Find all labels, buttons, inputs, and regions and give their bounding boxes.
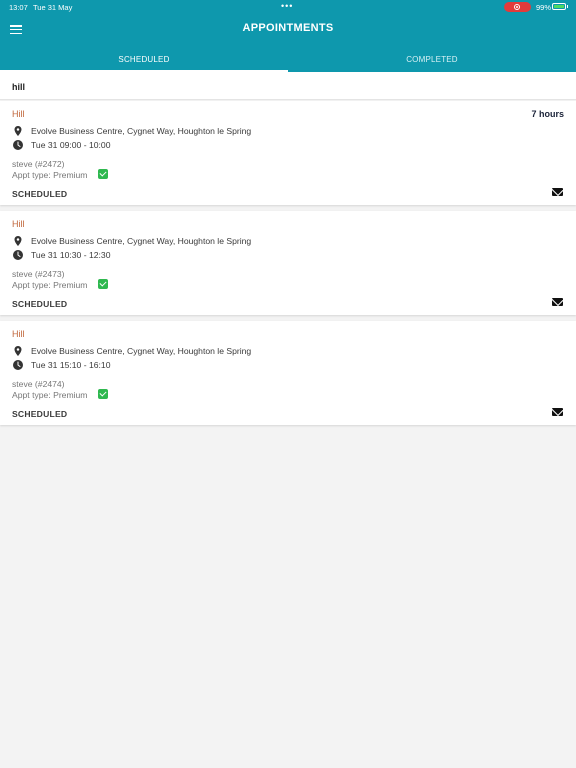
page-title: APPOINTMENTS: [242, 22, 334, 34]
appointment-title: Hill: [12, 219, 25, 229]
appointment-title: Hill: [12, 109, 25, 119]
status-date: Tue 31 May: [33, 3, 73, 12]
location-pin-icon: [14, 126, 22, 136]
mail-icon[interactable]: [552, 408, 563, 416]
check-mark-icon: [98, 279, 108, 289]
appointment-card[interactable]: Hill Evolve Business Centre, Cygnet Way,…: [0, 321, 576, 425]
appointment-time: Tue 31 09:00 - 10:00: [31, 140, 111, 150]
appointment-title: Hill: [12, 329, 25, 339]
appointment-address: Evolve Business Centre, Cygnet Way, Houg…: [31, 346, 252, 356]
tab-scheduled[interactable]: SCHEDULED: [0, 48, 288, 72]
appointment-type: Appt type: Premium: [12, 390, 88, 400]
appointment-status: SCHEDULED: [12, 409, 68, 419]
mail-icon[interactable]: [552, 298, 563, 306]
appointment-time: Tue 31 15:10 - 16:10: [31, 360, 111, 370]
search-filter-text[interactable]: hill: [12, 82, 25, 92]
customer-name: steve (#2472): [12, 159, 65, 169]
appointment-type: Appt type: Premium: [12, 280, 88, 290]
tab-completed[interactable]: COMPLETED: [288, 48, 576, 72]
mail-icon[interactable]: [552, 188, 563, 196]
search-filter-bar[interactable]: hill: [0, 72, 576, 100]
app-header: 13:07 Tue 31 May ••• 99% APPOINTMENTS SC…: [0, 0, 576, 72]
check-mark-icon: [98, 169, 108, 179]
clock-icon: [13, 250, 23, 260]
appointment-status: SCHEDULED: [12, 299, 68, 309]
screen-recording-pill[interactable]: [504, 2, 531, 12]
appointment-card[interactable]: Hill Evolve Business Centre, Cygnet Way,…: [0, 211, 576, 315]
customer-name: steve (#2473): [12, 269, 65, 279]
appointment-address: Evolve Business Centre, Cygnet Way, Houg…: [31, 236, 252, 246]
battery-percentage: 99%: [536, 3, 552, 12]
check-mark-icon: [98, 389, 108, 399]
appointment-address: Evolve Business Centre, Cygnet Way, Houg…: [31, 126, 252, 136]
time-until-badge: 7 hours: [531, 109, 564, 119]
clock-icon: [13, 140, 23, 150]
battery-charging-icon: [552, 3, 568, 10]
record-icon: [514, 4, 520, 10]
appointment-status: SCHEDULED: [12, 189, 68, 199]
appointment-type: Appt type: Premium: [12, 170, 88, 180]
appointment-card[interactable]: Hill 7 hours Evolve Business Centre, Cyg…: [0, 101, 576, 205]
status-bar: 13:07 Tue 31 May ••• 99%: [0, 0, 576, 14]
customer-name: steve (#2474): [12, 379, 65, 389]
location-pin-icon: [14, 236, 22, 246]
clock-icon: [13, 360, 23, 370]
location-pin-icon: [14, 346, 22, 356]
appointment-time: Tue 31 10:30 - 12:30: [31, 250, 111, 260]
multitasking-dots[interactable]: •••: [281, 1, 293, 11]
status-time: 13:07: [9, 3, 28, 12]
